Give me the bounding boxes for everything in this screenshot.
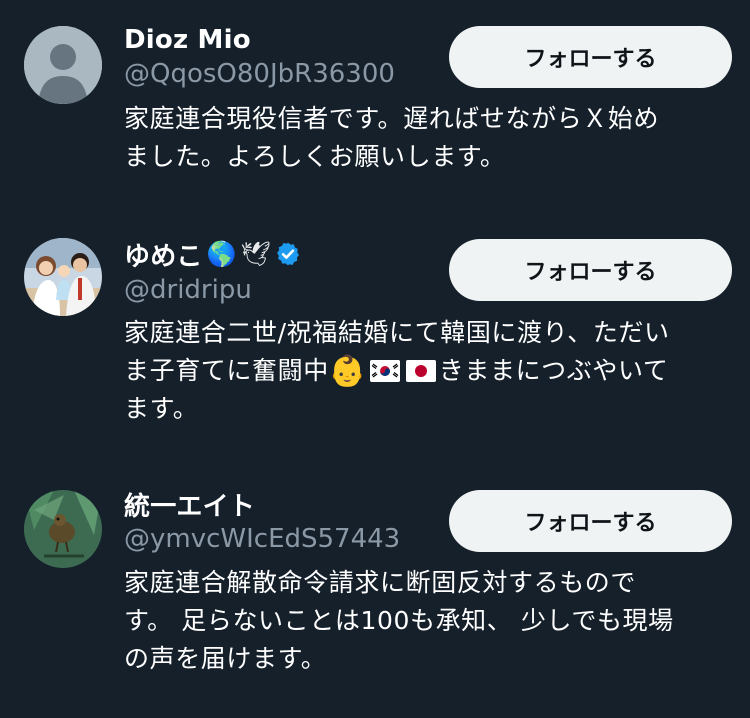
name-row: 統一エイト [124,486,255,522]
user-card[interactable]: 統一エイト @ymvcWIcEdS57443 家庭連合解散命令請求に断固反対する… [0,470,750,718]
follow-button[interactable]: フォローする [449,26,732,88]
baby-emoji-icon: 👶 [328,354,367,389]
user-handle[interactable]: @ymvcWIcEdS57443 [124,524,400,554]
user-bio: 家庭連合現役信者です。遅ればせながらＸ始め ました。よろしくお願いします。 [124,100,736,176]
bio-line: ます。 [124,394,199,423]
display-name[interactable]: ゆめこ [124,236,203,273]
bio-line: 家庭連合二世/祝福結婚にて韓国に渡り、ただい [124,318,670,347]
name-row: Dioz Mio [124,22,251,58]
bird-photo-avatar[interactable] [24,490,102,568]
user-bio: 家庭連合二世/祝福結婚にて韓国に渡り、ただい ま子育てに奮闘中👶 きままにつぶや… [124,314,736,428]
default-avatar[interactable] [24,26,102,104]
family-photo-avatar[interactable] [24,238,102,316]
verified-badge-icon[interactable] [275,241,301,267]
bird-photo-image [24,490,102,568]
display-name[interactable]: Dioz Mio [124,25,251,55]
user-card[interactable]: ゆめこ 🌎 🕊 @dridripu 家庭連合二世/祝福結婚にて韓国に渡り、ただい… [0,210,750,470]
who-to-follow-list: Dioz Mio @QqosO80JbR36300 家庭連合現役信者です。遅れば… [0,0,750,718]
bio-line: す。 足らないことは100も承知、 少しでも現場 [124,606,674,635]
follow-button[interactable]: フォローする [449,239,732,301]
user-handle[interactable]: @QqosO80JbR36300 [124,59,395,89]
bio-text: きままにつぶやいて [438,356,669,385]
user-card[interactable]: Dioz Mio @QqosO80JbR36300 家庭連合現役信者です。遅れば… [0,0,750,210]
bio-line: の声を届けます。 [124,644,327,673]
bio-line: 家庭連合解散命令請求に断固反対するもので [124,568,637,597]
follow-button[interactable]: フォローする [449,490,732,552]
bio-line: 家庭連合現役信者です。遅ればせながらＸ始め [124,104,660,133]
name-row: ゆめこ 🌎 🕊 [124,236,301,272]
default-avatar-icon [24,26,102,104]
display-name[interactable]: 統一エイト [124,486,255,523]
globe-emoji-icon: 🌎 [206,240,237,268]
family-photo-image [24,238,102,316]
bio-line: ました。よろしくお願いします。 [124,142,506,171]
dove-emoji-icon: 🕊 [240,240,271,268]
korea-flag-icon [369,360,400,382]
bio-line: ま子育てに奮闘中👶 きままにつぶやいて [124,352,736,390]
japan-flag-icon [405,360,436,382]
user-bio: 家庭連合解散命令請求に断固反対するもので す。 足らないことは100も承知、 少… [124,564,736,678]
user-handle[interactable]: @dridripu [124,275,252,305]
bio-text: ま子育てに奮闘中 [124,356,329,385]
